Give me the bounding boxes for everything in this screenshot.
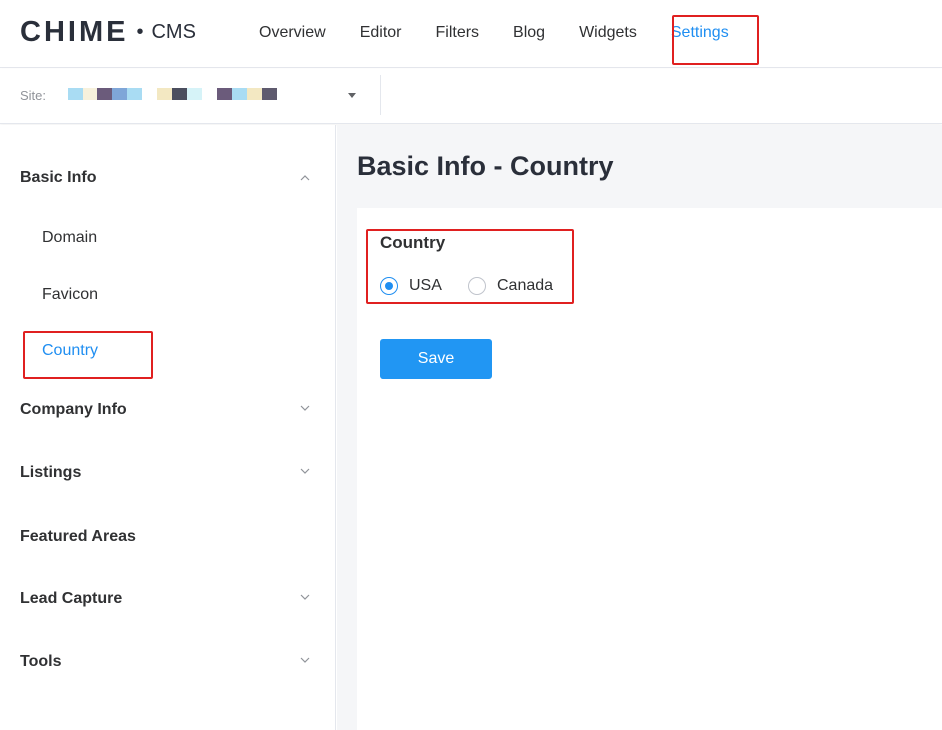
sidebar-section-company-info[interactable]: Company Info — [20, 401, 127, 419]
radio-canada-circle[interactable] — [468, 277, 486, 295]
save-button[interactable]: Save — [380, 339, 492, 379]
sidebar-section-lead-capture[interactable]: Lead Capture — [20, 590, 122, 608]
site-label: Site: — [20, 88, 47, 103]
site-select-dropdown[interactable] — [66, 81, 364, 111]
caret-down-icon — [348, 93, 356, 98]
settings-highlight-box — [672, 15, 759, 65]
nav-widgets[interactable]: Widgets — [562, 0, 654, 66]
chevron-up-icon[interactable] — [300, 173, 310, 183]
main-nav: Overview Editor Filters Blog Widgets Set… — [242, 0, 746, 68]
chevron-down-icon[interactable] — [300, 592, 310, 602]
sidebar-section-listings[interactable]: Listings — [20, 464, 81, 482]
sidebar-section-tools[interactable]: Tools — [20, 653, 61, 671]
logo-product-name: CMS — [151, 20, 196, 43]
country-highlight-box — [23, 331, 153, 379]
nav-overview[interactable]: Overview — [242, 0, 343, 66]
settings-card: Country USA Canada Save — [357, 208, 942, 730]
chevron-down-icon[interactable] — [300, 466, 310, 476]
nav-editor[interactable]: Editor — [343, 0, 419, 66]
sidebar-item-favicon[interactable]: Favicon — [42, 286, 98, 304]
radio-canada[interactable]: Canada — [468, 276, 553, 296]
page-title: Basic Info - Country — [357, 151, 614, 181]
country-field-label: Country — [380, 233, 446, 252]
nav-blog[interactable]: Blog — [496, 0, 562, 66]
radio-usa-circle[interactable] — [380, 277, 398, 295]
radio-usa-label[interactable]: USA — [409, 277, 442, 295]
radio-canada-label[interactable]: Canada — [497, 277, 553, 295]
redacted-site-name — [68, 88, 277, 100]
chime-cms-logo[interactable]: CHIME • CMS — [20, 14, 196, 50]
chevron-down-icon[interactable] — [300, 403, 310, 413]
nav-filters[interactable]: Filters — [418, 0, 496, 66]
sidebar-item-domain[interactable]: Domain — [42, 229, 97, 247]
logo-separator: • — [136, 20, 144, 43]
sidebar-section-basic-info[interactable]: Basic Info — [20, 169, 96, 187]
divider — [380, 75, 381, 115]
logo-wordmark: CHIME — [20, 15, 129, 48]
sidebar-section-featured-areas[interactable]: Featured Areas — [20, 528, 136, 546]
radio-usa[interactable]: USA — [380, 276, 442, 296]
settings-sidebar: Basic Info Domain Favicon Country Compan… — [0, 125, 336, 730]
site-selector-bar: Site: — [0, 69, 942, 124]
main-content: Basic Info - Country Country USA Canada … — [337, 125, 942, 730]
chevron-down-icon[interactable] — [300, 655, 310, 665]
top-navigation-bar: CHIME • CMS Overview Editor Filters Blog… — [0, 0, 942, 68]
